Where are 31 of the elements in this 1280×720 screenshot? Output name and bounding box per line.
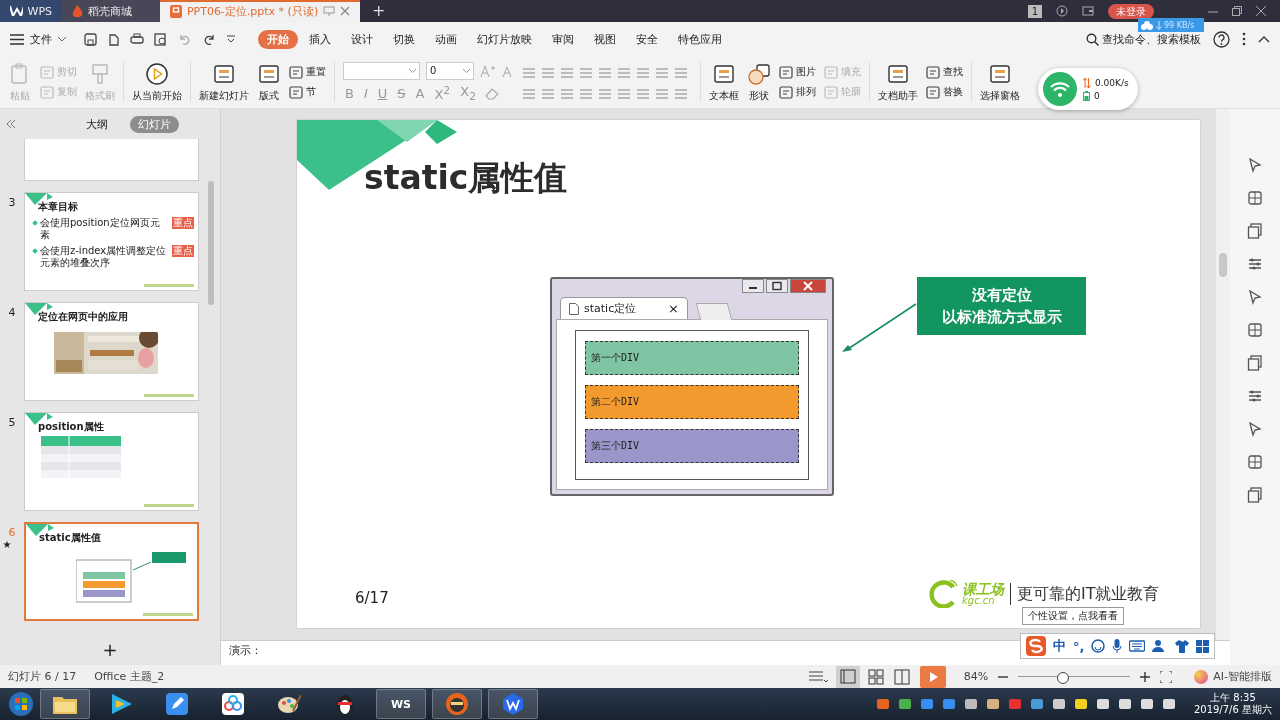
download-speed: 99 KB/s bbox=[1164, 20, 1195, 30]
div-block: 第二个DIV bbox=[585, 385, 799, 419]
network-speed: 0.00K/s bbox=[1095, 77, 1129, 88]
slogan: 更可靠的IT就业教育 bbox=[1017, 583, 1160, 605]
slide-number: 5 bbox=[8, 416, 16, 429]
slide-number: 4 bbox=[8, 306, 16, 319]
thumbnail-tag: 重点 bbox=[172, 245, 194, 257]
thumbnail-bullet: 会使用position定位网页元素 bbox=[40, 217, 161, 241]
tooltip: 个性设置，点我看看 bbox=[1022, 607, 1124, 625]
tab-close: × bbox=[668, 301, 679, 316]
thumbnail-title: 本章目标 bbox=[38, 200, 78, 214]
div-block: 第三个DIV bbox=[585, 429, 799, 463]
thumbnail-title: static属性值 bbox=[39, 531, 101, 545]
slide-number: 6 bbox=[8, 526, 16, 539]
div-block: 第一个DIV bbox=[585, 341, 799, 375]
page-number: 6/17 bbox=[355, 589, 389, 607]
thumbnail-tag: 重点 bbox=[172, 217, 194, 229]
browser-tab-title: static定位 bbox=[584, 301, 637, 316]
logo-name: 课工场 bbox=[962, 582, 1004, 596]
thumbnail-bullet: 会使用z-index属性调整定位元素的堆叠次序 bbox=[40, 245, 168, 269]
process-count: 0 bbox=[1094, 90, 1100, 101]
theme-name: Office 主题_2 bbox=[94, 669, 165, 684]
logo-domain: kgc.cn bbox=[962, 596, 995, 606]
thumbnail-title: 定位在网页中的应用 bbox=[38, 310, 128, 324]
thumbnail-title: position属性 bbox=[38, 420, 104, 434]
slide-number: 3 bbox=[8, 196, 16, 209]
animation-mark: ★ bbox=[2, 539, 12, 550]
callout-text: 以标准流方式显示 bbox=[941, 307, 1062, 327]
callout-text: 没有定位 bbox=[971, 285, 1032, 305]
slide-counter: 幻灯片 6 / 17 bbox=[8, 669, 77, 684]
slide-title: static属性值 bbox=[364, 157, 568, 199]
